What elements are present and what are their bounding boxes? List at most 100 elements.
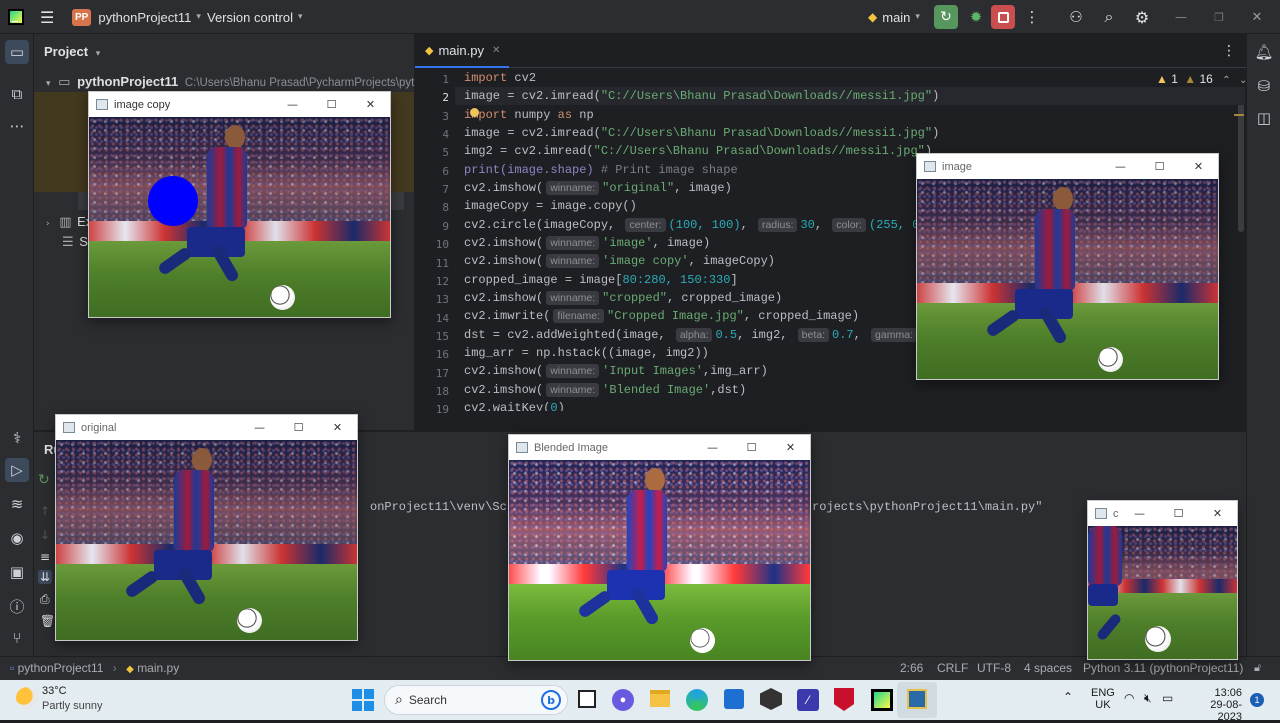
window-title-bar[interactable]: image — ☐ ✕ <box>917 154 1218 179</box>
window-original[interactable]: original — ☐ ✕ <box>55 414 358 641</box>
file-encoding[interactable]: UTF-8 <box>977 661 1011 675</box>
window-cropped[interactable]: c — ☐ ✕ <box>1087 500 1238 660</box>
mcafee-icon[interactable] <box>834 688 854 711</box>
maximize-icon[interactable]: ☐ <box>732 435 771 460</box>
git-icon[interactable]: ⑂ <box>5 626 29 650</box>
line-number[interactable]: 6 <box>442 165 449 178</box>
pycharm-logo-icon[interactable] <box>8 0 24 34</box>
python-packages-icon[interactable]: ⚕ <box>5 426 29 450</box>
tree-root-row[interactable]: ▾ ▭ pythonProject11 C:\Users\Bhanu Prasa… <box>46 74 421 90</box>
maximize-icon[interactable]: ☐ <box>1140 154 1179 179</box>
structure-icon[interactable]: ⧉ <box>5 82 29 106</box>
indent-setting[interactable]: 4 spaces <box>1024 661 1072 675</box>
print-icon[interactable]: ⎙ <box>40 592 50 607</box>
store-icon[interactable] <box>724 689 744 709</box>
maximize-icon[interactable]: ☐ <box>279 415 318 440</box>
python-console-icon[interactable]: ◫ <box>1252 106 1276 130</box>
more-actions-icon[interactable]: ⋮ <box>1025 0 1040 34</box>
line-number[interactable]: 2 <box>442 91 449 104</box>
soft-wrap-icon[interactable]: ≡ <box>40 550 50 564</box>
minimize-icon[interactable]: — <box>693 435 732 460</box>
editor-scrollbar[interactable] <box>1238 92 1244 232</box>
project-switcher[interactable]: PP pythonProject11 ▾ <box>72 0 201 34</box>
line-number[interactable]: 15 <box>436 330 449 343</box>
run-tool-icon[interactable]: ▷ <box>5 458 29 482</box>
breadcrumb[interactable]: ▫ pythonProject11 › ◆ main.py <box>10 661 179 675</box>
close-icon[interactable]: ✕ <box>1179 154 1218 179</box>
trash-icon[interactable]: 🗑︎ <box>40 614 55 628</box>
services-icon[interactable]: ◉ <box>5 526 29 550</box>
task-view-icon[interactable] <box>578 690 596 708</box>
python-app-icon[interactable] <box>907 689 927 709</box>
taskbar-search-box[interactable]: ⌕ Search b <box>384 685 568 715</box>
problems-icon[interactable]: ⓘ <box>5 594 29 618</box>
line-number[interactable]: 12 <box>436 275 449 288</box>
line-number[interactable]: 8 <box>442 201 449 214</box>
line-number[interactable]: 1 <box>442 73 449 86</box>
unity-hub-icon[interactable] <box>760 688 782 710</box>
close-icon[interactable]: ✕ <box>1250 0 1264 34</box>
teams-chat-icon[interactable]: ● <box>612 689 634 711</box>
line-number[interactable]: 19 <box>436 403 449 416</box>
weather-icon[interactable] <box>16 687 38 709</box>
editor-options-icon[interactable]: ⋮ <box>1222 43 1236 59</box>
line-number[interactable]: 16 <box>436 348 449 361</box>
chevron-down-icon[interactable]: ⌄ <box>1239 75 1247 86</box>
scroll-to-end-icon[interactable]: ⇊ <box>38 570 53 584</box>
tray-chevron-up-icon[interactable]: ⌃ <box>1063 690 1073 704</box>
maximize-icon[interactable]: ☐ <box>1159 501 1198 526</box>
lock-icon[interactable]: 🔓︎ <box>1254 661 1261 675</box>
line-number[interactable]: 3 <box>442 110 449 123</box>
main-menu-icon[interactable]: ☰ <box>40 0 54 34</box>
maximize-icon[interactable]: ☐ <box>312 92 351 117</box>
windows-start-icon[interactable] <box>352 689 374 711</box>
database-icon[interactable]: ⛁ <box>1252 74 1276 98</box>
stop-button[interactable] <box>991 0 1015 34</box>
line-separator[interactable]: CRLF <box>937 661 968 675</box>
close-icon[interactable]: ✕ <box>318 415 357 440</box>
line-number[interactable]: 13 <box>436 293 449 306</box>
terminal-icon[interactable]: ▣ <box>5 560 29 584</box>
minimize-icon[interactable]: — <box>1120 501 1159 526</box>
chevron-up-icon[interactable]: ⌃ <box>1222 75 1230 86</box>
vscode-like-icon[interactable]: ⁄ <box>797 689 819 711</box>
line-number[interactable]: 7 <box>442 183 449 196</box>
wifi-icon[interactable]: ◠ <box>1124 691 1134 705</box>
minimize-icon[interactable]: — <box>240 415 279 440</box>
line-number[interactable]: 14 <box>436 312 449 325</box>
project-panel-header[interactable]: Project ▾ <box>44 44 100 59</box>
project-folder-icon[interactable]: ▭ <box>5 40 29 64</box>
close-tab-icon[interactable]: ✕ <box>492 45 500 56</box>
layers-icon[interactable]: ≋ <box>5 492 29 516</box>
line-number[interactable]: 11 <box>436 257 449 270</box>
tree-external-libraries[interactable]: › ▥ Ex <box>46 214 92 230</box>
language-indicator[interactable]: ENG UK <box>1091 687 1115 711</box>
intention-bulb-icon[interactable] <box>470 108 479 117</box>
clock[interactable]: 13:06 29-08-2023 <box>1190 687 1242 723</box>
edge-browser-icon[interactable] <box>686 689 708 711</box>
weather-temp[interactable]: 33°C <box>42 685 67 697</box>
window-title-bar[interactable]: original — ☐ ✕ <box>56 415 357 440</box>
window-title-bar[interactable]: image copy — ☐ ✕ <box>89 92 390 117</box>
file-explorer-icon[interactable] <box>650 690 670 707</box>
line-number[interactable]: 4 <box>442 128 449 141</box>
more-tools-icon[interactable]: ⋯ <box>5 114 29 138</box>
close-icon[interactable]: ✕ <box>351 92 390 117</box>
settings-gear-icon[interactable]: ⚙ <box>1132 0 1152 34</box>
rerun-icon[interactable]: ↻ <box>38 472 50 488</box>
add-user-icon[interactable]: ⚇ <box>1066 0 1086 34</box>
interpreter[interactable]: Python 3.11 (pythonProject11) <box>1083 661 1243 675</box>
window-image[interactable]: image — ☐ ✕ <box>916 153 1219 380</box>
debug-icon[interactable]: ✹ <box>966 0 986 34</box>
version-control-menu[interactable]: Version control ▾ <box>207 0 303 34</box>
line-number[interactable]: 18 <box>436 385 449 398</box>
tab-main-py[interactable]: ◆ main.py ✕ <box>415 34 509 68</box>
window-title-bar[interactable]: Blended Image — ☐ ✕ <box>509 435 810 460</box>
notification-badge[interactable]: 1 <box>1250 693 1264 707</box>
close-icon[interactable]: ✕ <box>1198 501 1237 526</box>
arrow-up-icon[interactable]: ↑ <box>40 504 50 518</box>
minimize-icon[interactable]: — <box>1101 154 1140 179</box>
battery-icon[interactable]: ▭ <box>1162 691 1173 705</box>
arrow-down-icon[interactable]: ↓ <box>40 528 50 542</box>
close-icon[interactable]: ✕ <box>771 435 810 460</box>
